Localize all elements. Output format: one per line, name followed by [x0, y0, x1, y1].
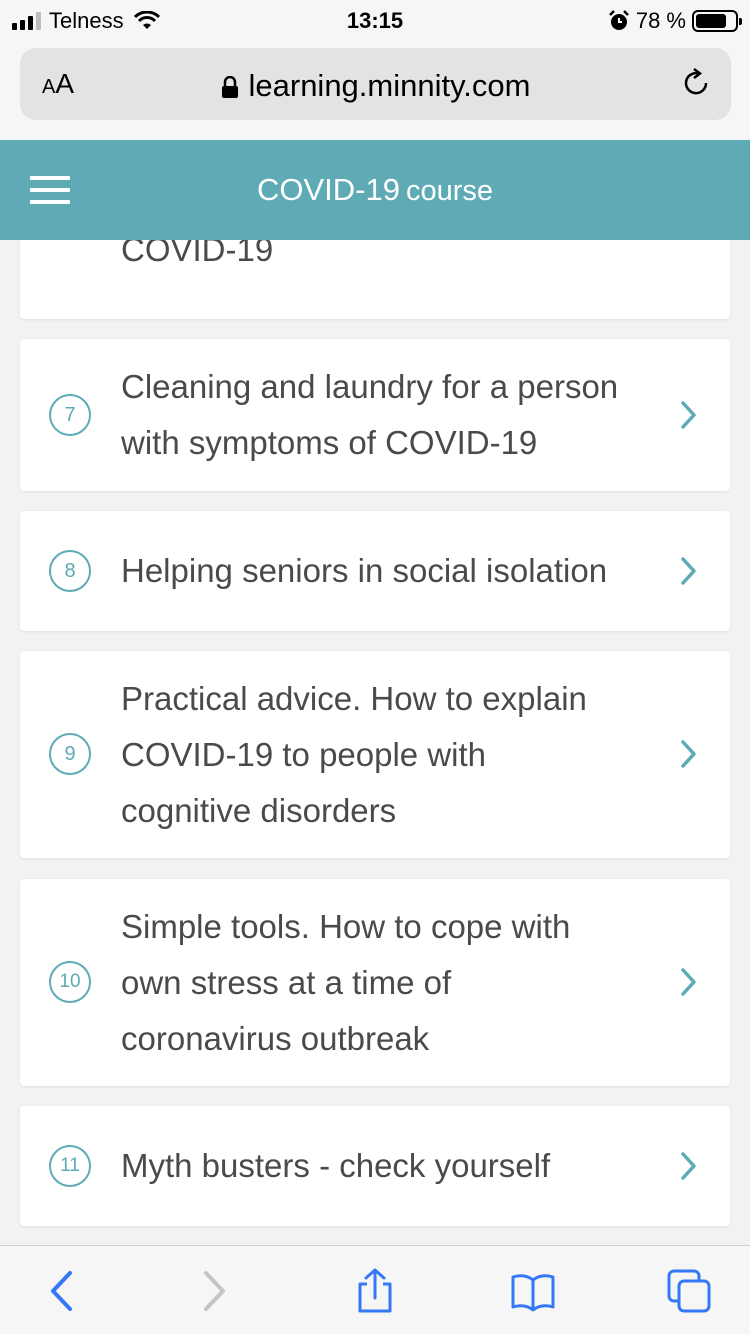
lesson-title-line: Myth busters - check yourself [121, 1147, 551, 1184]
url-display[interactable]: learning.minnity.com [20, 68, 731, 104]
chevron-right-icon [681, 1152, 696, 1180]
chevron-right-icon [681, 740, 696, 768]
chevron-right-icon [681, 401, 696, 429]
battery-fill [696, 14, 726, 28]
lesson-title-line: coronavirus outbreak [121, 1020, 430, 1057]
lesson-title-line: Cleaning and laundry for a person [121, 368, 619, 405]
browser-toolbar [0, 1245, 750, 1334]
lesson-title: Helping seniors in social isolation [121, 543, 651, 599]
lesson-number-badge: 10 [49, 961, 91, 1003]
lesson-title: Myth busters - check yourself [121, 1138, 651, 1194]
chevron-right-icon[interactable] [190, 1268, 236, 1314]
chevron-left-icon[interactable] [40, 1268, 86, 1314]
status-right: 78 % [608, 8, 742, 34]
browser-address-area: AA learning.minnity.com [0, 40, 750, 140]
tabs-icon[interactable] [666, 1268, 712, 1314]
lesson-card-partial[interactable]: COVID-19 [20, 240, 730, 319]
lesson-card-10[interactable]: 10 Simple tools. How to cope with own st… [20, 879, 730, 1086]
lesson-title-line: Practical advice. How to explain [121, 680, 587, 717]
lesson-card-9[interactable]: 9 Practical advice. How to explain COVID… [20, 651, 730, 858]
page-title: COVID-19 course [0, 172, 750, 208]
lesson-title-line: with symptoms of COVID-19 [121, 424, 538, 461]
share-icon[interactable] [352, 1268, 398, 1314]
lesson-number-badge: 7 [49, 394, 91, 436]
lesson-card-8[interactable]: 8 Helping seniors in social isolation [20, 511, 730, 631]
battery-icon [692, 10, 742, 32]
lesson-title-line: COVID-19 to people with [121, 736, 487, 773]
lesson-title-line: cognitive disorders [121, 792, 397, 829]
lesson-title: Simple tools. How to cope with own stres… [121, 899, 651, 1067]
lesson-number-badge: 9 [49, 733, 91, 775]
chevron-right-icon [681, 968, 696, 996]
lesson-title: COVID-19 [121, 240, 274, 268]
lesson-title-line: Helping seniors in social isolation [121, 552, 608, 589]
chevron-right-icon [681, 557, 696, 585]
battery-percent: 78 % [635, 8, 686, 33]
lesson-list: COVID-19 7 Cleaning and laundry for a pe… [0, 240, 750, 1245]
lesson-title-line: Simple tools. How to cope with [121, 908, 571, 945]
alarm-icon [608, 10, 629, 30]
lesson-title-line: own stress at a time of [121, 964, 452, 1001]
status-bar: Telness 13:15 78 % [0, 0, 750, 40]
lesson-card-7[interactable]: 7 Cleaning and laundry for a person with… [20, 339, 730, 491]
lesson-number-badge: 8 [49, 550, 91, 592]
book-icon[interactable] [510, 1268, 556, 1314]
address-bar[interactable]: AA learning.minnity.com [20, 48, 731, 120]
reload-icon[interactable] [679, 66, 713, 100]
title-main: COVID-19 [256, 172, 400, 207]
url-text: learning.minnity.com [248, 68, 531, 103]
lesson-title: Practical advice. How to explain COVID-1… [121, 671, 651, 839]
title-sub: course [405, 175, 494, 207]
app-header: COVID-19 course [0, 140, 750, 240]
lesson-number-badge: 11 [49, 1145, 91, 1187]
lock-icon [221, 76, 238, 98]
lesson-title: Cleaning and laundry for a person with s… [121, 359, 651, 471]
lesson-card-11[interactable]: 11 Myth busters - check yourself [20, 1106, 730, 1226]
